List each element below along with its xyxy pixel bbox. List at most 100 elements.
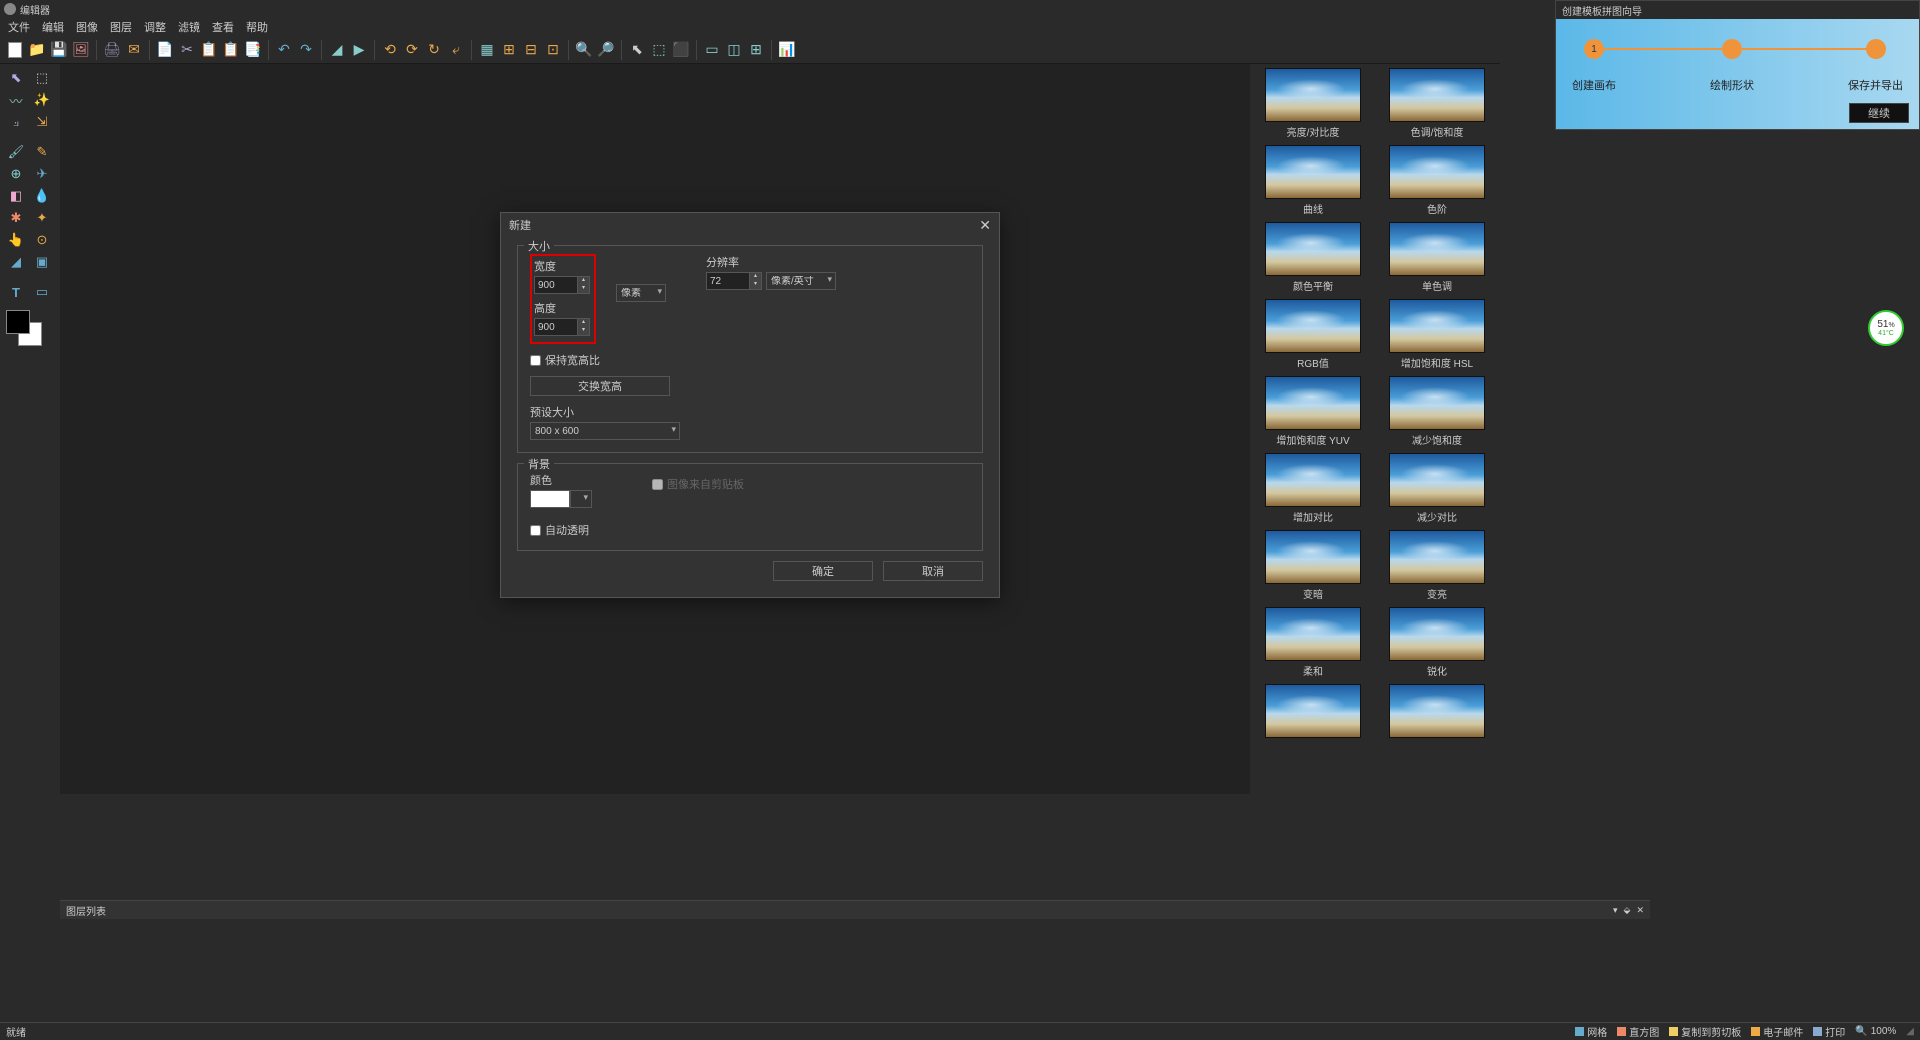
bucket-tool[interactable]: ▣	[30, 252, 54, 272]
menu-layer[interactable]: 图层	[110, 19, 132, 35]
continue-button[interactable]: 继续	[1849, 103, 1909, 123]
preset-item[interactable]: 锐化	[1378, 607, 1496, 678]
resolution-field[interactable]	[706, 272, 750, 290]
preset-item[interactable]: 色阶	[1378, 145, 1496, 216]
crop-tool[interactable]: ⇲	[30, 112, 54, 132]
healing-tool[interactable]: ✦	[30, 208, 54, 228]
flip-h-icon[interactable]: ◢	[328, 41, 346, 59]
width-input[interactable]: ▴▾	[534, 276, 590, 294]
layer-pin-icon[interactable]: ⬙	[1624, 905, 1631, 916]
zoom-out-icon[interactable]: 🔎	[597, 41, 615, 59]
gradient-tool[interactable]: ◢	[4, 252, 28, 272]
rotate2-icon[interactable]: ⤶	[447, 41, 465, 59]
preset-item[interactable]: 变暗	[1254, 530, 1372, 601]
spin-up-icon[interactable]: ▴	[750, 273, 761, 281]
cut-icon[interactable]: ✂	[178, 41, 196, 59]
brush-tool[interactable]: 🖌	[4, 142, 28, 162]
rotate-icon[interactable]: ↻	[425, 41, 443, 59]
rotate-r-icon[interactable]: ⟳	[403, 41, 421, 59]
scan-icon[interactable]: 🖼	[72, 41, 90, 59]
grid-status[interactable]: 网格	[1575, 1024, 1607, 1039]
wand-tool[interactable]: ✨	[30, 90, 54, 110]
shape-tool[interactable]: ▭	[30, 282, 54, 302]
grid3-icon[interactable]: ⊟	[522, 41, 540, 59]
resolution-unit-select[interactable]: 像素/英寸	[766, 272, 836, 290]
print-status[interactable]: 打印	[1813, 1024, 1845, 1039]
airbrush-tool[interactable]: ✈	[30, 164, 54, 184]
preset-item[interactable]: RGB值	[1254, 299, 1372, 370]
preset-item[interactable]: 减少饱和度	[1378, 376, 1496, 447]
stamp-tool[interactable]: ⊙	[30, 230, 54, 250]
height-input[interactable]: ▴▾	[534, 318, 590, 336]
flip-v-icon[interactable]: ▶	[350, 41, 368, 59]
eraser-tool[interactable]: ◧	[4, 186, 28, 206]
text-tool[interactable]: T	[4, 282, 28, 302]
preset-item[interactable]: 色调/饱和度	[1378, 68, 1496, 139]
effect-tool[interactable]: ✱	[4, 208, 28, 228]
mail-icon[interactable]: ✉	[125, 41, 143, 59]
preset-item[interactable]	[1378, 684, 1496, 740]
smudge-tool[interactable]: 👆	[4, 230, 28, 250]
pencil-tool[interactable]: ✎	[30, 142, 54, 162]
resize-grip-icon[interactable]: ◢	[1906, 1026, 1914, 1037]
preset-item[interactable]: 减少对比	[1378, 453, 1496, 524]
preset-item[interactable]: 亮度/对比度	[1254, 68, 1372, 139]
menu-view[interactable]: 查看	[212, 19, 234, 35]
layout1-icon[interactable]: ▭	[703, 41, 721, 59]
rotate-l-icon[interactable]: ⟲	[381, 41, 399, 59]
layout2-icon[interactable]: ◫	[725, 41, 743, 59]
preset-item[interactable]: 颜色平衡	[1254, 222, 1372, 293]
preset-item[interactable]: 变亮	[1378, 530, 1496, 601]
open-folder-icon[interactable]: 📁	[28, 41, 46, 59]
unit-select[interactable]: 像素	[616, 284, 666, 302]
pointer-tool[interactable]: ⬉	[4, 68, 28, 88]
layer-close-icon[interactable]: ✕	[1636, 905, 1644, 916]
preset-item[interactable]: 柔和	[1254, 607, 1372, 678]
save-icon[interactable]: 💾	[50, 41, 68, 59]
preset-item[interactable]: 增加饱和度 HSL	[1378, 299, 1496, 370]
resize-icon[interactable]: ⬚	[650, 41, 668, 59]
color-swatch[interactable]	[6, 310, 42, 346]
menu-edit[interactable]: 编辑	[42, 19, 64, 35]
menu-filter[interactable]: 滤镜	[178, 19, 200, 35]
menu-adjust[interactable]: 调整	[144, 19, 166, 35]
crop-icon[interactable]: ⬛	[672, 41, 690, 59]
preset-item[interactable]: 增加对比	[1254, 453, 1372, 524]
spin-down-icon[interactable]: ▾	[750, 281, 761, 289]
paste-icon[interactable]: 📄	[156, 41, 174, 59]
bg-color-button[interactable]	[530, 490, 570, 508]
zoom-status[interactable]: 🔍100%	[1855, 1026, 1896, 1037]
spin-down-icon[interactable]: ▾	[578, 285, 589, 293]
spin-up-icon[interactable]: ▴	[578, 319, 589, 327]
width-field[interactable]	[534, 276, 578, 294]
fg-color[interactable]	[6, 310, 30, 334]
marquee-tool[interactable]: ⬚	[30, 68, 54, 88]
histogram-icon[interactable]: 📊	[778, 41, 796, 59]
swap-button[interactable]: 交换宽高	[530, 376, 670, 396]
lasso-tool[interactable]: 〰	[4, 90, 28, 110]
close-icon[interactable]: ✕	[979, 217, 991, 234]
grid2-icon[interactable]: ⊞	[500, 41, 518, 59]
email-status[interactable]: 电子邮件	[1751, 1024, 1803, 1039]
clone-tool[interactable]: ⊕	[4, 164, 28, 184]
bg-color-dropdown[interactable]	[570, 490, 592, 508]
preset-item[interactable]: 增加饱和度 YUV	[1254, 376, 1372, 447]
menu-help[interactable]: 帮助	[246, 19, 268, 35]
clipboard-status[interactable]: 复制到剪切板	[1669, 1024, 1741, 1039]
zoom-in-icon[interactable]: 🔍	[575, 41, 593, 59]
transparent-checkbox[interactable]	[530, 525, 541, 536]
clipboard-icon[interactable]: 📋	[222, 41, 240, 59]
undo-icon[interactable]: ↶	[275, 41, 293, 59]
preset-select[interactable]: 800 x 600	[530, 422, 680, 440]
preset-item[interactable]: 曲线	[1254, 145, 1372, 216]
spin-up-icon[interactable]: ▴	[578, 277, 589, 285]
menu-image[interactable]: 图像	[76, 19, 98, 35]
preset-item[interactable]: 单色调	[1378, 222, 1496, 293]
print-icon[interactable]: 🖨	[103, 41, 121, 59]
copy-icon[interactable]: 📋	[200, 41, 218, 59]
layout3-icon[interactable]: ⊞	[747, 41, 765, 59]
grid-icon[interactable]: ▦	[478, 41, 496, 59]
copy2-icon[interactable]: 📑	[244, 41, 262, 59]
ok-button[interactable]: 确定	[773, 561, 873, 581]
spin-down-icon[interactable]: ▾	[578, 327, 589, 335]
